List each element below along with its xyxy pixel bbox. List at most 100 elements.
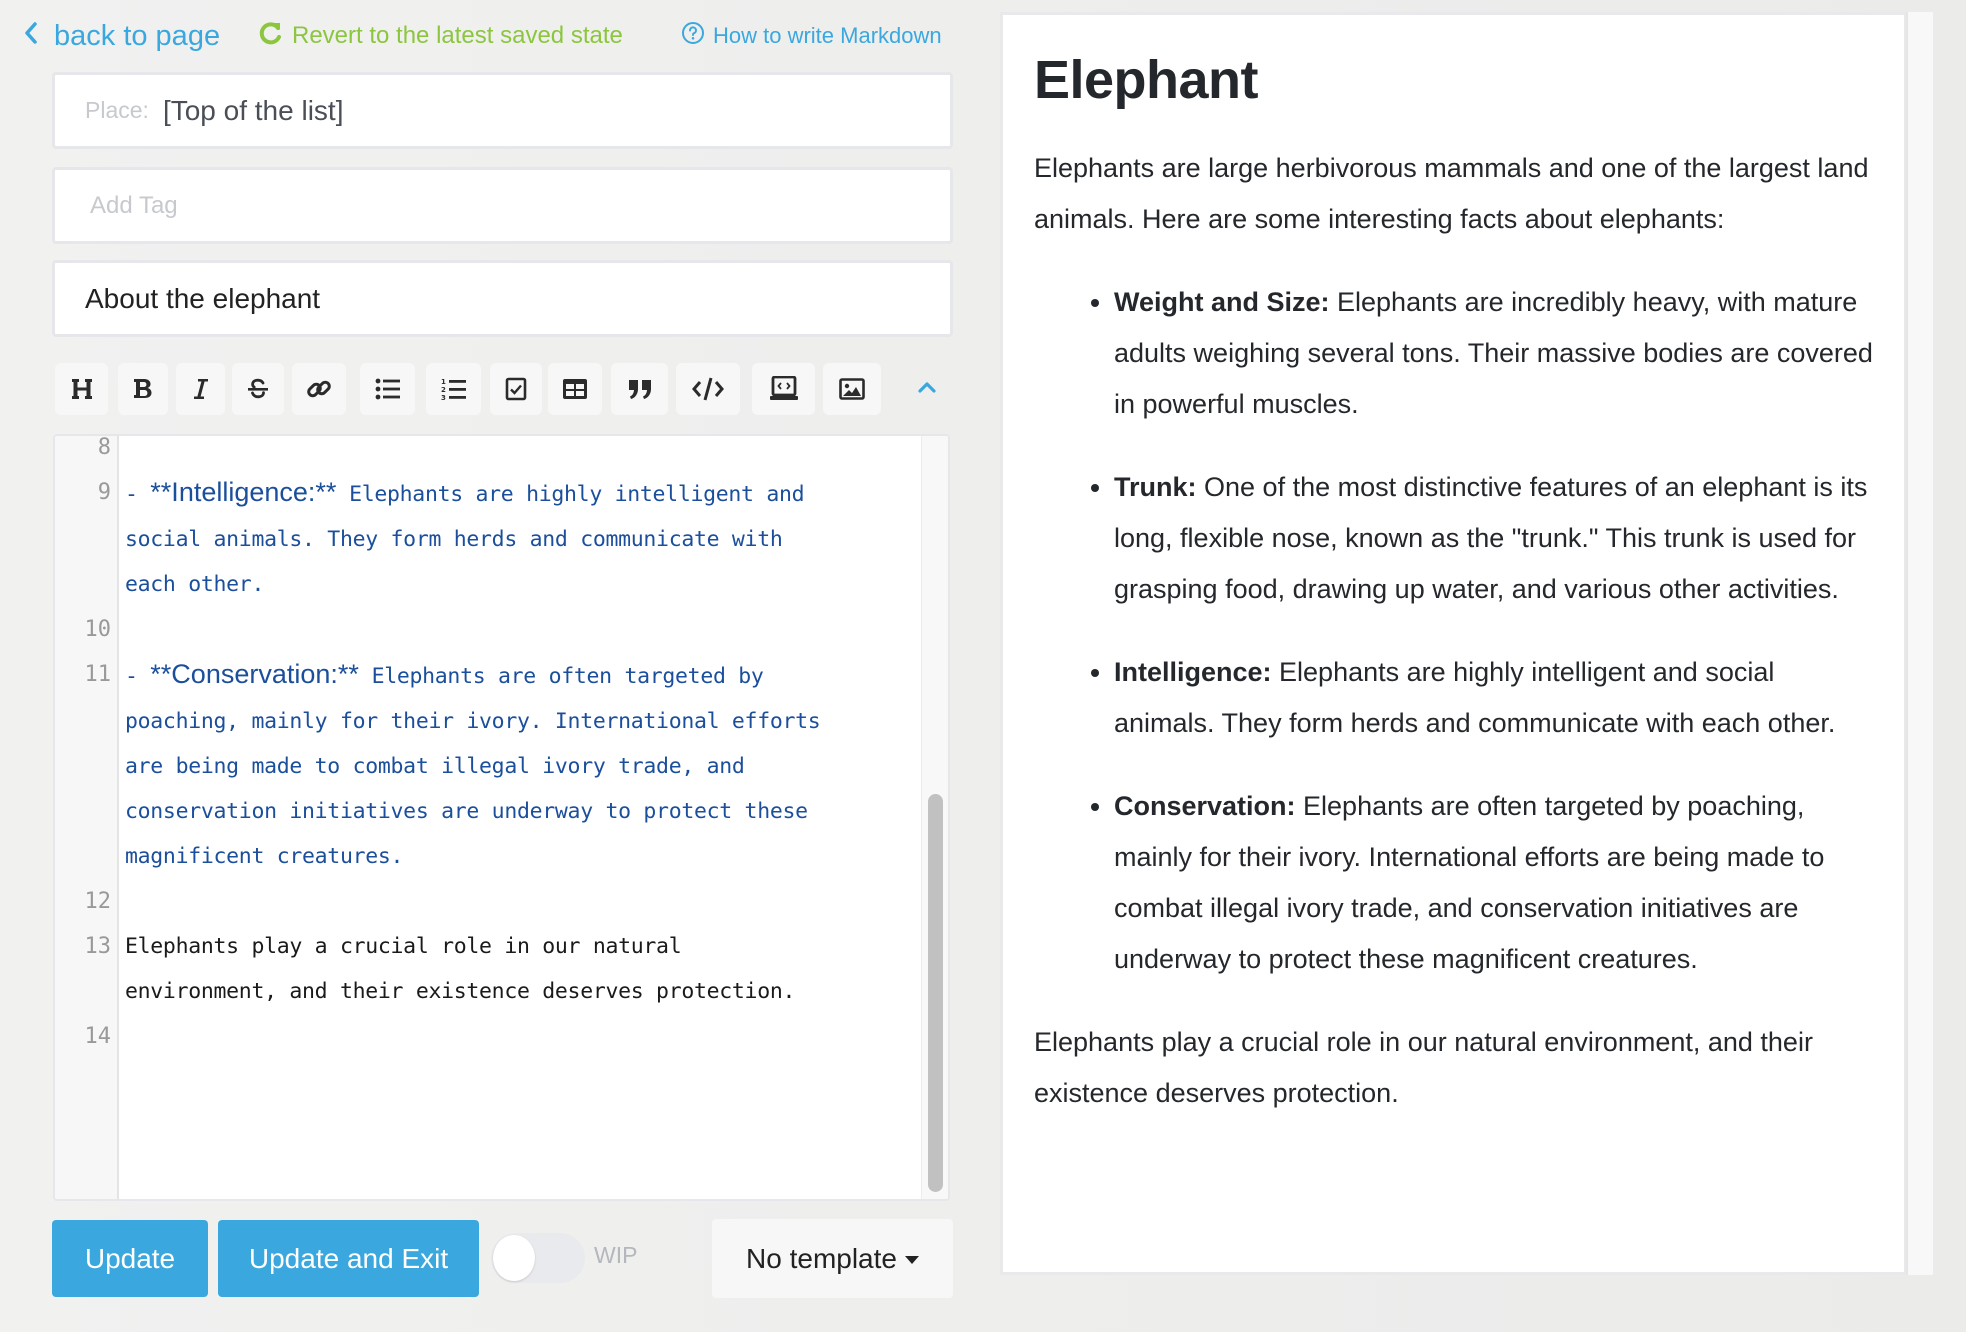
tag-placeholder: Add Tag [90,191,178,219]
update-and-exit-button[interactable]: Update and Exit [218,1220,479,1297]
editor-line: 11 - **Conservation:** Elephants are ofte… [55,652,925,699]
checkbox-icon [505,377,527,401]
preview-fact-item: Trunk: One of the most distinctive featu… [1114,462,1874,615]
editor-line: conservation initiatives are underway to… [55,789,925,834]
preview-facts-list: Weight and Size: Elephants are incredibl… [1034,277,1874,985]
editor-line: 8 [55,435,925,470]
preview-fact-item: Conservation: Elephants are often target… [1114,781,1874,985]
editor-line: 14 [55,1014,925,1059]
line-number: 13 [84,934,112,959]
markdown-help-link[interactable]: How to write Markdown [681,18,942,54]
line-text: are being made to combat illegal ivory t… [125,754,745,779]
preview-fact-item: Intelligence: Elephants are highly intel… [1114,647,1874,749]
chevron-up-icon [918,380,936,398]
line-text: social animals. They form herds and comm… [125,527,783,552]
markdown-editor[interactable]: 8 9 - **Intelligence:** Elephants are high… [53,434,950,1201]
line-number [55,699,111,744]
editor-line: 9 - **Intelligence:** Elephants are highl… [55,470,925,517]
svg-text:1: 1 [441,378,446,386]
preview-fact-term: Conservation: [1114,791,1296,821]
preview-closing: Elephants play a crucial role in our nat… [1034,1027,1813,1108]
tag-input[interactable]: Add Tag [52,167,953,244]
code-button[interactable] [676,363,740,415]
wip-toggle[interactable] [491,1233,585,1283]
preview-intro: Elephants are large herbivorous mammals … [1034,153,1869,234]
editor-scrollbar-thumb[interactable] [928,794,943,1192]
refresh-icon [258,20,292,53]
svg-text:2: 2 [441,386,446,394]
line-text: magnificent creatures. [125,844,404,869]
collapse-toolbar-button[interactable] [912,374,942,404]
preview-fact-term: Weight and Size: [1114,287,1330,317]
title-input[interactable]: About the elephant [52,260,953,337]
image-icon [839,378,865,400]
place-field[interactable]: Place: [Top of the list] [52,72,953,149]
markdown-bold-term: **Conservation:** [150,659,359,689]
editor-line: environment, and their existence deserve… [55,969,925,1014]
line-text [125,436,905,470]
line-number [55,789,111,834]
embed-button[interactable] [752,363,815,415]
line-number: 8 [97,435,111,460]
line-text [125,1014,905,1059]
line-number: 14 [84,1024,112,1049]
italic-icon [191,376,211,402]
table-button[interactable] [548,363,602,415]
bold-button[interactable] [118,363,168,415]
link-button[interactable] [292,363,346,415]
numbered-list-icon: 123 [441,377,467,401]
back-to-page-label: back to page [54,19,221,52]
line-text [125,879,905,924]
code-icon [692,377,724,401]
line-number: 11 [84,662,112,687]
editor-line: 10 [55,607,925,652]
editor-line: poaching, mainly for their ivory. Intern… [55,699,925,744]
caret-down-icon [904,1255,919,1264]
line-number [55,744,111,789]
template-dropdown[interactable]: No template [712,1219,953,1298]
numbered-list-button[interactable]: 123 [426,363,481,415]
line-text: - **Conservation:** Elephants are often … [125,659,764,689]
editor-line: are being made to combat illegal ivory t… [55,744,925,789]
image-button[interactable] [823,363,881,415]
editor-line: each other. [55,562,925,607]
wip-label: WIP [594,1242,638,1268]
svg-text:3: 3 [441,394,446,401]
back-to-page-link[interactable]: back to page [24,18,220,54]
update-button[interactable]: Update [52,1220,208,1297]
editor-scrollbar[interactable] [921,436,948,1199]
line-text: environment, and their existence deserve… [125,979,796,1004]
line-text: poaching, mainly for their ivory. Intern… [125,709,821,734]
link-icon [305,375,333,403]
editor-line: magnificent creatures. [55,834,925,879]
quote-icon [627,377,653,401]
preview-fact-item: Weight and Size: Elephants are incredibl… [1114,277,1874,430]
editor-line: 13 Elephants play a crucial role in our n… [55,924,925,969]
table-icon [562,378,588,400]
preview-scrollbar[interactable] [1906,12,1933,1275]
wip-toggle-knob [493,1235,535,1281]
preview-fact-term: Trunk: [1114,472,1197,502]
line-text: - **Intelligence:** Elephants are highly… [125,477,805,507]
quote-button[interactable] [611,363,668,415]
heading-icon [69,376,95,402]
embed-icon [769,376,799,402]
editor-lines: 8 9 - **Intelligence:** Elephants are high… [55,435,925,1059]
bulleted-list-button[interactable] [360,363,415,415]
markdown-preview: Elephant Elephants are large herbivorous… [1000,12,1907,1275]
editor-line: 12 [55,879,925,924]
line-number [55,834,111,879]
italic-button[interactable] [176,363,225,415]
revert-label: Revert to the latest saved state [292,22,623,49]
line-text [125,607,905,652]
bold-icon [132,376,154,402]
line-number [55,969,111,1014]
strikethrough-button[interactable] [232,363,284,415]
editor-line: social animals. They form herds and comm… [55,517,925,562]
revert-link[interactable]: Revert to the latest saved state [258,18,623,54]
heading-button[interactable] [55,363,108,415]
line-number: 9 [97,480,111,505]
place-value: [Top of the list] [162,94,344,126]
checkbox-button[interactable] [490,363,542,415]
line-number: 12 [84,889,112,914]
